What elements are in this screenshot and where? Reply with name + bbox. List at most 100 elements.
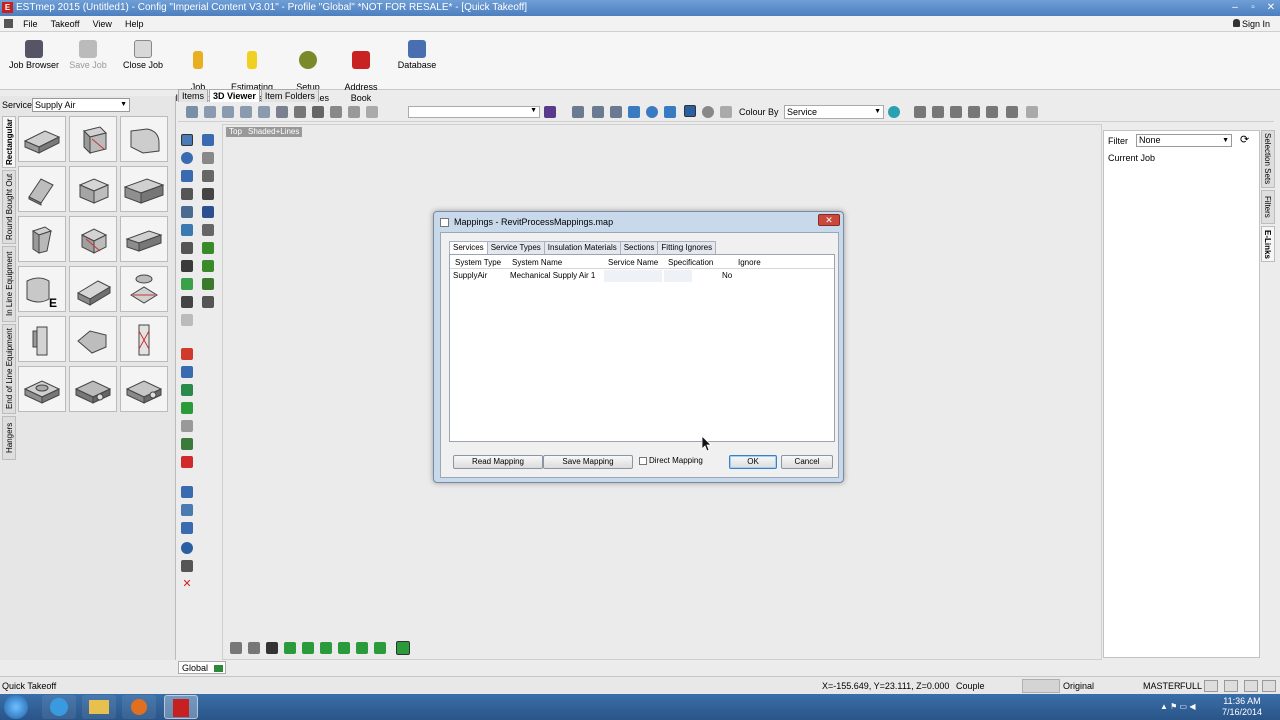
tab-hangers[interactable]: Hangers <box>2 416 16 460</box>
tool-icon[interactable] <box>181 242 193 254</box>
view-cube-icon[interactable] <box>186 106 198 118</box>
shaded-icon[interactable] <box>628 106 640 118</box>
solid-icon[interactable] <box>664 106 676 118</box>
job-browser-button[interactable]: Job Browser <box>8 38 60 88</box>
snap-node-icon[interactable] <box>320 642 332 654</box>
column-system-type[interactable]: System Type <box>455 257 501 269</box>
view-iso-icon[interactable] <box>240 106 252 118</box>
snap-perp-icon[interactable] <box>374 642 386 654</box>
filter-dropdown[interactable]: None ▼ <box>1136 134 1232 147</box>
status-toggle-icon[interactable] <box>1204 680 1218 692</box>
hide-icon[interactable] <box>702 106 714 118</box>
print-icon[interactable] <box>202 170 214 182</box>
app-menu-icon[interactable] <box>4 19 13 28</box>
tab-rectangular[interactable]: Rectangular <box>2 116 16 168</box>
ok-button[interactable]: OK <box>729 455 777 469</box>
tree-icon[interactable] <box>202 278 214 290</box>
tab-sections[interactable]: Sections <box>619 241 659 255</box>
save-icon[interactable] <box>202 188 214 200</box>
status-grid-icon[interactable] <box>1244 680 1258 692</box>
frame-icon[interactable] <box>348 106 360 118</box>
cancel-button[interactable]: Cancel <box>781 455 833 469</box>
status-expand-icon[interactable] <box>1262 680 1276 692</box>
current-job-item[interactable]: Current Job <box>1108 153 1155 163</box>
view-orientation-chip[interactable]: Top <box>226 127 245 137</box>
view-front-icon[interactable] <box>204 106 216 118</box>
column-specification[interactable]: Specification <box>668 257 713 269</box>
tab-round-bought-out[interactable]: Round Bought Out <box>2 170 16 244</box>
internet-explorer-icon[interactable] <box>42 695 76 719</box>
column-service-name[interactable]: Service Name <box>608 257 658 269</box>
tab-selection-sets[interactable]: Selection Sets <box>1261 130 1275 188</box>
copy-icon[interactable] <box>202 152 214 164</box>
sphere-icon[interactable] <box>646 106 658 118</box>
tab-insulation-materials[interactable]: Insulation Materials <box>543 241 621 255</box>
status-original[interactable]: Original <box>1063 677 1094 695</box>
select-icon[interactable] <box>181 134 193 146</box>
sign-in-link[interactable]: Sign In <box>1232 16 1270 32</box>
nudge-icon[interactable] <box>181 486 193 498</box>
grid-tool-icon[interactable] <box>202 296 214 308</box>
status-box[interactable] <box>1022 679 1060 693</box>
menu-view[interactable]: View <box>88 16 117 32</box>
media-player-icon[interactable] <box>122 695 156 719</box>
tab-e-links[interactable]: E-Links <box>1261 226 1275 262</box>
pipe-icon[interactable] <box>181 224 193 236</box>
view-mode-chip[interactable]: Shaded+Lines <box>245 127 303 137</box>
database-button[interactable]: Database <box>396 38 438 88</box>
duct-item-tile[interactable] <box>120 366 168 412</box>
duct-item-tile[interactable] <box>18 366 66 412</box>
orbit-icon[interactable] <box>950 106 962 118</box>
tray-icons[interactable]: ▲ ⚑ ▭ ◀ <box>1160 702 1195 711</box>
address-book-button[interactable]: Address Book <box>340 38 382 103</box>
status-couple[interactable]: Couple <box>956 677 985 695</box>
pan-icon[interactable] <box>968 106 980 118</box>
duct-item-tile[interactable] <box>120 266 168 312</box>
green-tool-icon[interactable] <box>181 402 193 414</box>
duct-item-tile[interactable] <box>18 116 66 162</box>
add-icon[interactable] <box>181 278 193 290</box>
dimension-icon[interactable] <box>1006 106 1018 118</box>
menu-takeoff[interactable]: Takeoff <box>46 16 85 32</box>
duct-item-tile[interactable] <box>120 316 168 362</box>
table-icon[interactable] <box>181 188 193 200</box>
file-explorer-icon[interactable] <box>82 695 116 719</box>
menu-help[interactable]: Help <box>120 16 149 32</box>
duct-item-tile[interactable] <box>69 166 117 212</box>
shape-icon[interactable] <box>544 106 556 118</box>
view-render-icon[interactable] <box>276 106 288 118</box>
delete-icon[interactable]: ✕ <box>181 578 193 590</box>
view-filter-dropdown[interactable]: ▼ <box>408 106 540 118</box>
save-mapping-button[interactable]: Save Mapping <box>543 455 633 469</box>
split-icon[interactable] <box>181 296 193 308</box>
mirror-icon[interactable] <box>181 522 193 534</box>
layers-icon[interactable] <box>312 106 324 118</box>
fit-icon[interactable] <box>181 206 193 218</box>
ignore-cell[interactable]: No <box>722 271 732 281</box>
tab-services[interactable]: Services <box>449 241 488 255</box>
snap-mid-icon[interactable] <box>284 642 296 654</box>
snap-quad-icon[interactable] <box>338 642 350 654</box>
colour-by-dropdown[interactable]: Service ▼ <box>784 105 884 119</box>
duct-item-tile[interactable] <box>69 366 117 412</box>
hanger-icon[interactable] <box>202 242 214 254</box>
save-job-button[interactable]: Save Job <box>68 38 108 88</box>
camera-icon[interactable] <box>181 560 193 572</box>
duct-item-tile[interactable] <box>69 266 117 312</box>
column-ignore[interactable]: Ignore <box>738 257 761 269</box>
grid-icon[interactable] <box>330 106 342 118</box>
shaded-lines-icon[interactable] <box>684 105 696 117</box>
disk-icon[interactable] <box>202 206 214 218</box>
duct-item-tile[interactable] <box>18 216 66 262</box>
snap-int-icon[interactable] <box>356 642 368 654</box>
view-settings-icon[interactable] <box>294 106 306 118</box>
close-job-button[interactable]: Close Job <box>122 38 164 88</box>
close-window-button[interactable]: ✕ <box>1262 1 1280 14</box>
snap-center-icon[interactable] <box>302 642 314 654</box>
direct-mapping-label[interactable]: Direct Mapping <box>649 456 703 465</box>
column-system-name[interactable]: System Name <box>512 257 562 269</box>
duct-item-tile[interactable] <box>120 116 168 162</box>
service-dropdown[interactable]: Supply Air ▼ <box>32 98 130 112</box>
disabled-tool-icon[interactable] <box>181 314 193 326</box>
distribute-icon[interactable] <box>181 366 193 378</box>
